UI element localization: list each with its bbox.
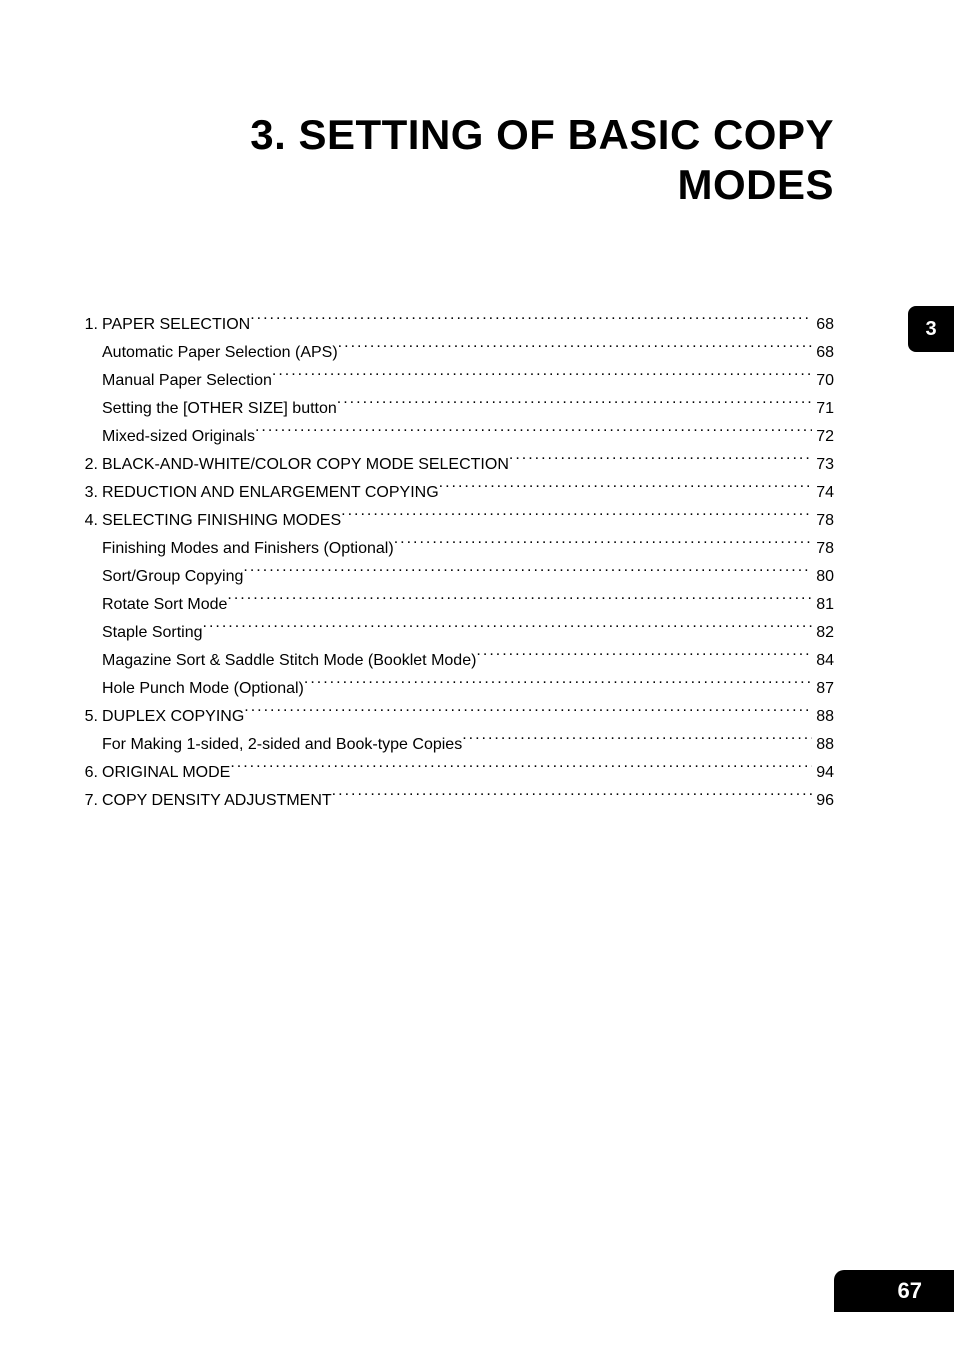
toc-entry-page: 88 — [812, 731, 834, 759]
toc-entry-label: SELECTING FINISHING MODES — [102, 507, 341, 535]
toc-entry-number: 5. — [78, 703, 102, 731]
toc-entry-page: 71 — [812, 395, 834, 423]
toc-entry[interactable]: Magazine Sort & Saddle Stitch Mode (Book… — [78, 647, 834, 675]
toc-leader-dots — [203, 621, 813, 637]
toc-entry-label: Finishing Modes and Finishers (Optional) — [102, 535, 394, 563]
toc-entry-page: 94 — [812, 759, 834, 787]
toc-leader-dots — [439, 481, 813, 497]
toc-entry-page: 96 — [812, 787, 834, 815]
toc-entry-page: 74 — [812, 479, 834, 507]
chapter-title-line1: 3. SETTING OF BASIC COPY — [250, 111, 834, 158]
toc-leader-dots — [332, 789, 813, 805]
toc-entry[interactable]: Finishing Modes and Finishers (Optional)… — [78, 535, 834, 563]
toc-leader-dots — [304, 677, 812, 693]
toc-entry-page: 87 — [812, 675, 834, 703]
toc-entry[interactable]: 1.PAPER SELECTION 68 — [78, 311, 834, 339]
toc-leader-dots — [476, 649, 812, 665]
toc-entry-label: REDUCTION AND ENLARGEMENT COPYING — [102, 479, 439, 507]
toc-entry-page: 81 — [812, 591, 834, 619]
toc-entry[interactable]: 3.REDUCTION AND ENLARGEMENT COPYING 74 — [78, 479, 834, 507]
toc-entry-label: For Making 1-sided, 2-sided and Book-typ… — [102, 731, 462, 759]
toc-leader-dots — [509, 453, 812, 469]
toc-entry[interactable]: 4.SELECTING FINISHING MODES 78 — [78, 507, 834, 535]
chapter-title-line2: MODES — [677, 161, 834, 208]
toc-leader-dots — [230, 761, 812, 777]
toc-entry[interactable]: Staple Sorting 82 — [78, 619, 834, 647]
toc-entry-number: 6. — [78, 759, 102, 787]
toc-entry-number: 1. — [78, 311, 102, 339]
toc-entry[interactable]: Hole Punch Mode (Optional) 87 — [78, 675, 834, 703]
toc-entry-page: 72 — [812, 423, 834, 451]
toc-leader-dots — [255, 425, 812, 441]
toc-entry[interactable]: Rotate Sort Mode 81 — [78, 591, 834, 619]
toc-entry[interactable]: 5.DUPLEX COPYING 88 — [78, 703, 834, 731]
toc-leader-dots — [227, 593, 812, 609]
toc-entry-page: 68 — [812, 311, 834, 339]
toc-entry-number: 4. — [78, 507, 102, 535]
toc-entry-label: Manual Paper Selection — [102, 367, 272, 395]
toc-entry[interactable]: Manual Paper Selection 70 — [78, 367, 834, 395]
chapter-side-tab: 3 — [908, 306, 954, 352]
toc-entry-label: Sort/Group Copying — [102, 563, 243, 591]
toc-entry-label: Automatic Paper Selection (APS) — [102, 339, 338, 367]
toc-entry-page: 78 — [812, 507, 834, 535]
toc-entry-page: 68 — [812, 339, 834, 367]
toc-leader-dots — [272, 369, 812, 385]
toc-entry-label: Magazine Sort & Saddle Stitch Mode (Book… — [102, 647, 476, 675]
document-page: 3. SETTING OF BASIC COPY MODES 3 1.PAPER… — [0, 0, 954, 1348]
toc-leader-dots — [243, 565, 812, 581]
page-number: 67 — [898, 1278, 922, 1304]
page-number-tab: 67 — [834, 1270, 954, 1312]
toc-entry-page: 82 — [812, 619, 834, 647]
toc-leader-dots — [462, 733, 812, 749]
toc-entry-label: Rotate Sort Mode — [102, 591, 227, 619]
toc-leader-dots — [244, 705, 812, 721]
toc-entry-page: 80 — [812, 563, 834, 591]
chapter-side-tab-number: 3 — [925, 318, 936, 341]
toc-entry[interactable]: 7.COPY DENSITY ADJUSTMENT 96 — [78, 787, 834, 815]
toc-leader-dots — [250, 313, 812, 329]
toc-entry[interactable]: Sort/Group Copying 80 — [78, 563, 834, 591]
chapter-title: 3. SETTING OF BASIC COPY MODES — [78, 110, 834, 211]
toc-leader-dots — [394, 537, 813, 553]
toc-entry-label: Mixed-sized Originals — [102, 423, 255, 451]
toc-leader-dots — [338, 341, 813, 357]
toc-entry[interactable]: Setting the [OTHER SIZE] button 71 — [78, 395, 834, 423]
toc-entry-label: COPY DENSITY ADJUSTMENT — [102, 787, 332, 815]
toc-entry[interactable]: Mixed-sized Originals 72 — [78, 423, 834, 451]
toc-leader-dots — [337, 397, 812, 413]
toc-entry-page: 70 — [812, 367, 834, 395]
table-of-contents: 1.PAPER SELECTION68Automatic Paper Selec… — [78, 311, 834, 815]
toc-entry-number: 7. — [78, 787, 102, 815]
toc-entry-page: 88 — [812, 703, 834, 731]
toc-entry[interactable]: 6.ORIGINAL MODE 94 — [78, 759, 834, 787]
toc-entry-label: Hole Punch Mode (Optional) — [102, 675, 304, 703]
toc-entry-page: 84 — [812, 647, 834, 675]
toc-entry-label: DUPLEX COPYING — [102, 703, 244, 731]
toc-entry-label: PAPER SELECTION — [102, 311, 250, 339]
toc-entry-number: 2. — [78, 451, 102, 479]
toc-entry-label: Setting the [OTHER SIZE] button — [102, 395, 337, 423]
toc-entry-page: 78 — [812, 535, 834, 563]
toc-entry-label: Staple Sorting — [102, 619, 203, 647]
toc-entry-label: ORIGINAL MODE — [102, 759, 230, 787]
toc-entry[interactable]: Automatic Paper Selection (APS) 68 — [78, 339, 834, 367]
toc-entry-page: 73 — [812, 451, 834, 479]
toc-entry[interactable]: 2.BLACK-AND-WHITE/COLOR COPY MODE SELECT… — [78, 451, 834, 479]
toc-entry-number: 3. — [78, 479, 102, 507]
toc-entry[interactable]: For Making 1-sided, 2-sided and Book-typ… — [78, 731, 834, 759]
toc-leader-dots — [341, 509, 812, 525]
toc-entry-label: BLACK-AND-WHITE/COLOR COPY MODE SELECTIO… — [102, 451, 509, 479]
